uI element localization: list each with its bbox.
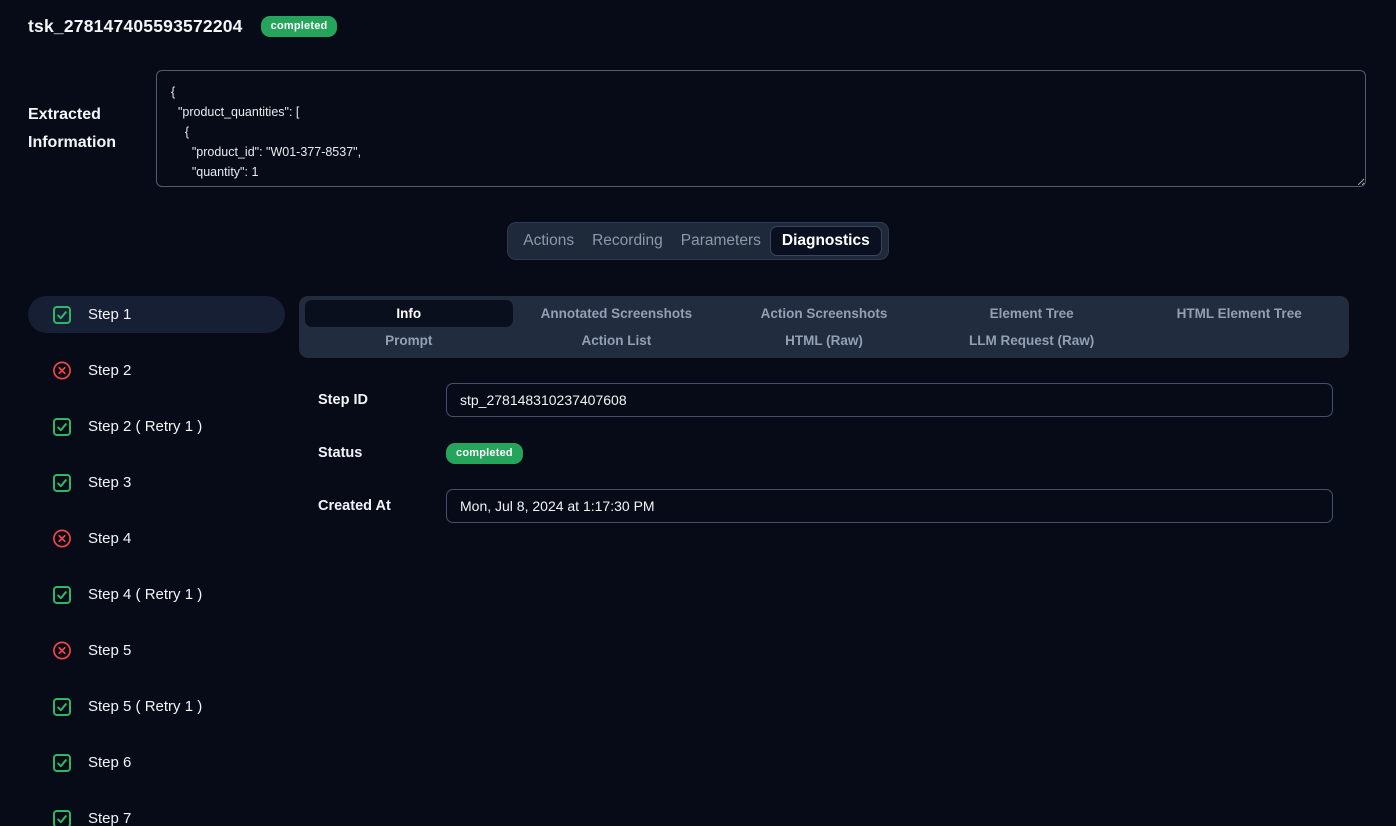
task-id-title: tsk_278147405593572204 (28, 16, 243, 37)
diagnostics-panel: InfoAnnotated ScreenshotsAction Screensh… (299, 296, 1349, 826)
subtab-action-list[interactable]: Action List (513, 327, 721, 354)
subtab-html-raw[interactable]: HTML (Raw) (720, 327, 928, 354)
step-item-step-5-retry-1[interactable]: Step 5 ( Retry 1 ) (28, 688, 285, 725)
check-square-icon (52, 305, 72, 325)
x-circle-icon (52, 641, 72, 661)
step-item-step-4[interactable]: Step 4 (28, 520, 285, 557)
main-tabs-row: ActionsRecordingParametersDiagnostics (0, 222, 1396, 260)
step-status-badge: completed (446, 443, 523, 464)
step-details: Step ID Status completed Created At (299, 383, 1349, 523)
step-id-input[interactable] (446, 383, 1333, 417)
created-at-label: Created At (318, 498, 446, 514)
subtab-annotated-screenshots[interactable]: Annotated Screenshots (513, 300, 721, 327)
page-header: tsk_278147405593572204 completed (0, 0, 1396, 38)
step-id-row: Step ID (318, 383, 1349, 417)
subtab-prompt[interactable]: Prompt (305, 327, 513, 354)
subtab-action-screenshots[interactable]: Action Screenshots (720, 300, 928, 327)
created-at-row: Created At (318, 489, 1349, 523)
tab-actions[interactable]: Actions (514, 226, 583, 256)
step-item-step-2[interactable]: Step 2 (28, 352, 285, 389)
step-item-step-4-retry-1[interactable]: Step 4 ( Retry 1 ) (28, 576, 285, 613)
created-at-input[interactable] (446, 489, 1333, 523)
check-square-icon (52, 417, 72, 437)
check-square-icon (52, 697, 72, 717)
subtab-html-element-tree[interactable]: HTML Element Tree (1135, 300, 1343, 327)
tab-diagnostics[interactable]: Diagnostics (770, 226, 882, 256)
diagnostic-subtabs: InfoAnnotated ScreenshotsAction Screensh… (299, 296, 1349, 358)
tab-parameters[interactable]: Parameters (672, 226, 770, 256)
extracted-information-label: Extracted Information (28, 101, 126, 157)
step-id-label: Step ID (318, 392, 446, 408)
step-item-step-7[interactable]: Step 7 (28, 800, 285, 826)
status-row: Status completed (318, 436, 1349, 470)
task-status-badge: completed (261, 16, 338, 37)
task-detail-page: { "colors": { "badge_green": "#25a55b", … (0, 0, 1396, 826)
subtab-element-tree[interactable]: Element Tree (928, 300, 1136, 327)
extracted-information-textarea[interactable]: { "product_quantities": [ { "product_id"… (156, 70, 1366, 187)
x-circle-icon (52, 361, 72, 381)
check-square-icon (52, 809, 72, 826)
tab-recording[interactable]: Recording (583, 226, 672, 256)
content-area: Step 1 Step 2 Step 2 ( Retry 1 ) Step 3 … (0, 296, 1396, 826)
subtab-info[interactable]: Info (305, 300, 513, 327)
x-circle-icon (52, 529, 72, 549)
step-item-step-5[interactable]: Step 5 (28, 632, 285, 669)
step-item-step-3[interactable]: Step 3 (28, 464, 285, 501)
step-item-step-2-retry-1[interactable]: Step 2 ( Retry 1 ) (28, 408, 285, 445)
step-item-step-6[interactable]: Step 6 (28, 744, 285, 781)
steps-sidebar: Step 1 Step 2 Step 2 ( Retry 1 ) Step 3 … (28, 296, 285, 826)
status-label: Status (318, 445, 446, 461)
check-square-icon (52, 753, 72, 773)
extracted-information-section: Extracted Information { "product_quantit… (28, 70, 1366, 187)
step-item-step-1[interactable]: Step 1 (28, 296, 285, 333)
main-tabs: ActionsRecordingParametersDiagnostics (507, 222, 888, 260)
subtab-llm-request-raw[interactable]: LLM Request (Raw) (928, 327, 1136, 354)
check-square-icon (52, 585, 72, 605)
check-square-icon (52, 473, 72, 493)
